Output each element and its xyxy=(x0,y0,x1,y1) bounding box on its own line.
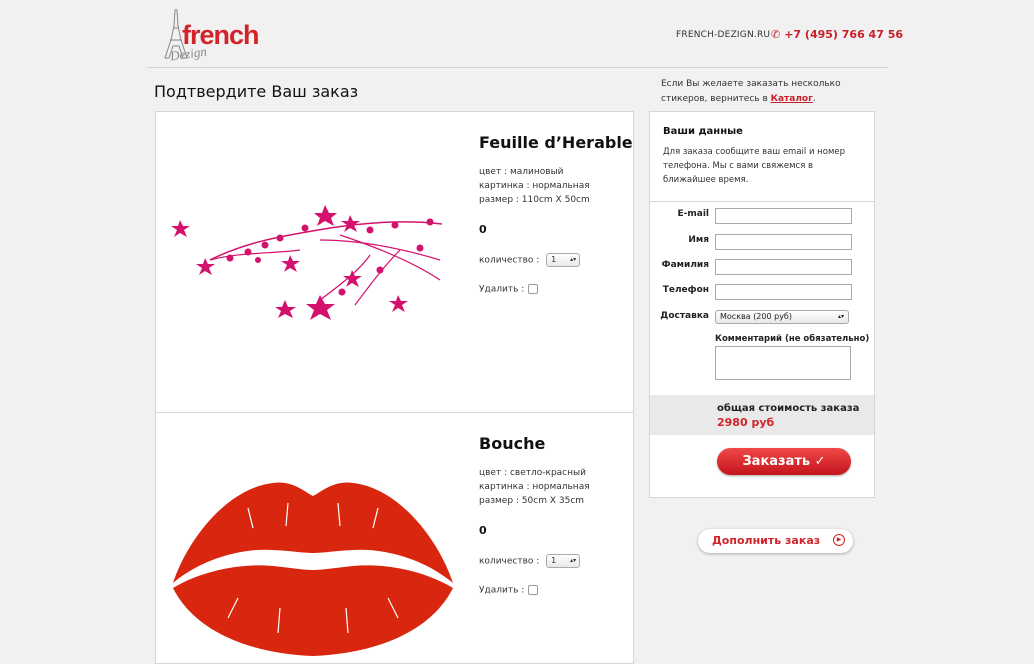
email-label: E-mail xyxy=(677,209,709,219)
quantity-row: количество : 1 ▴▾ xyxy=(479,554,581,568)
name-field[interactable] xyxy=(715,234,852,250)
email-field[interactable] xyxy=(715,208,852,224)
name-label: Имя xyxy=(688,235,709,245)
product-color: цвет : малиновый xyxy=(479,167,564,177)
delete-label: Удалить : xyxy=(479,585,525,596)
logo[interactable]: french Dezign xyxy=(161,6,271,63)
delete-checkbox[interactable] xyxy=(528,284,539,294)
delete-row: Удалить : xyxy=(479,284,539,295)
delete-row: Удалить : xyxy=(479,585,539,596)
page-title: Подтвердите Ваш заказ xyxy=(154,82,359,101)
total-box: общая стоимость заказа 2980 руб xyxy=(650,395,874,435)
surname-label: Фамилия xyxy=(661,260,709,270)
product-name: Bouche xyxy=(479,434,546,453)
total-label: общая стоимость заказа xyxy=(717,403,860,414)
total-value: 2980 руб xyxy=(717,416,775,429)
phone-text: +7 (495) 766 47 56 xyxy=(784,28,904,41)
quantity-select[interactable]: 1 ▴▾ xyxy=(546,253,581,267)
quantity-row: количество : 1 ▴▾ xyxy=(479,253,581,267)
quantity-value: 1 xyxy=(551,556,557,565)
delivery-label: Доставка xyxy=(660,311,709,321)
product-color: цвет : светло-красный xyxy=(479,468,586,478)
order-button[interactable]: Заказать ✓ xyxy=(717,448,851,475)
form-description: Для заказа сообщите ваш email и номер те… xyxy=(663,147,845,185)
delete-label: Удалить : xyxy=(479,284,525,295)
play-circle-icon: ▶ xyxy=(833,534,845,546)
quantity-label: количество : xyxy=(479,556,540,567)
site-link[interactable]: FRENCH-DEZIGN.RU xyxy=(676,30,770,40)
order-form: Ваши данные Для заказа сообщите ваш emai… xyxy=(649,111,875,498)
comment-field[interactable] xyxy=(715,346,851,380)
catalog-link[interactable]: Каталог xyxy=(771,94,813,104)
product-picture: картинка : нормальная xyxy=(479,482,590,492)
product-attributes: цвет : малиновый картинка : нормальная р… xyxy=(479,165,590,207)
select-arrows-icon: ▴▾ xyxy=(570,256,577,263)
product-size: размер : 50cm X 35cm xyxy=(479,496,585,506)
product-price: 0 xyxy=(479,223,487,236)
delete-checkbox[interactable] xyxy=(528,585,539,595)
delivery-value: Москва (200 руб) xyxy=(720,312,792,321)
product-image-lips xyxy=(173,482,453,656)
select-arrows-icon: ▴▾ xyxy=(837,313,844,320)
header-divider xyxy=(147,67,888,68)
product-size: размер : 110cm X 50cm xyxy=(479,195,590,205)
surname-field[interactable] xyxy=(715,259,852,275)
product-image-maple-leaves xyxy=(171,205,443,320)
quantity-select[interactable]: 1 ▴▾ xyxy=(546,554,581,568)
product-card: Bouche цвет : светло-красный картинка : … xyxy=(155,412,634,664)
hint-end: . xyxy=(812,94,816,104)
phone-number: ✆ +7 (495) 766 47 56 xyxy=(771,28,903,41)
delivery-select[interactable]: Москва (200 руб) ▴▾ xyxy=(715,310,849,324)
comment-label: Комментарий (не обязательно) xyxy=(715,334,870,344)
select-arrows-icon: ▴▾ xyxy=(570,557,577,564)
phone-icon: ✆ xyxy=(771,28,781,41)
add-more-label: Дополнить заказ xyxy=(712,534,821,547)
catalog-hint: Если Вы желаете заказать несколько стике… xyxy=(661,77,861,107)
quantity-value: 1 xyxy=(551,255,557,264)
phone-field[interactable] xyxy=(715,284,852,300)
product-card: Feuille d’Herable цвет : малиновый карти… xyxy=(155,111,634,413)
product-picture: картинка : нормальная xyxy=(479,181,590,191)
phone-label: Телефон xyxy=(662,285,709,295)
quantity-label: количество : xyxy=(479,255,540,266)
product-name: Feuille d’Herable xyxy=(479,133,633,152)
form-divider xyxy=(650,201,874,202)
add-more-button[interactable]: Дополнить заказ ▶ xyxy=(698,529,853,553)
product-price: 0 xyxy=(479,524,487,537)
product-attributes: цвет : светло-красный картинка : нормаль… xyxy=(479,466,590,508)
form-title: Ваши данные xyxy=(663,126,743,137)
